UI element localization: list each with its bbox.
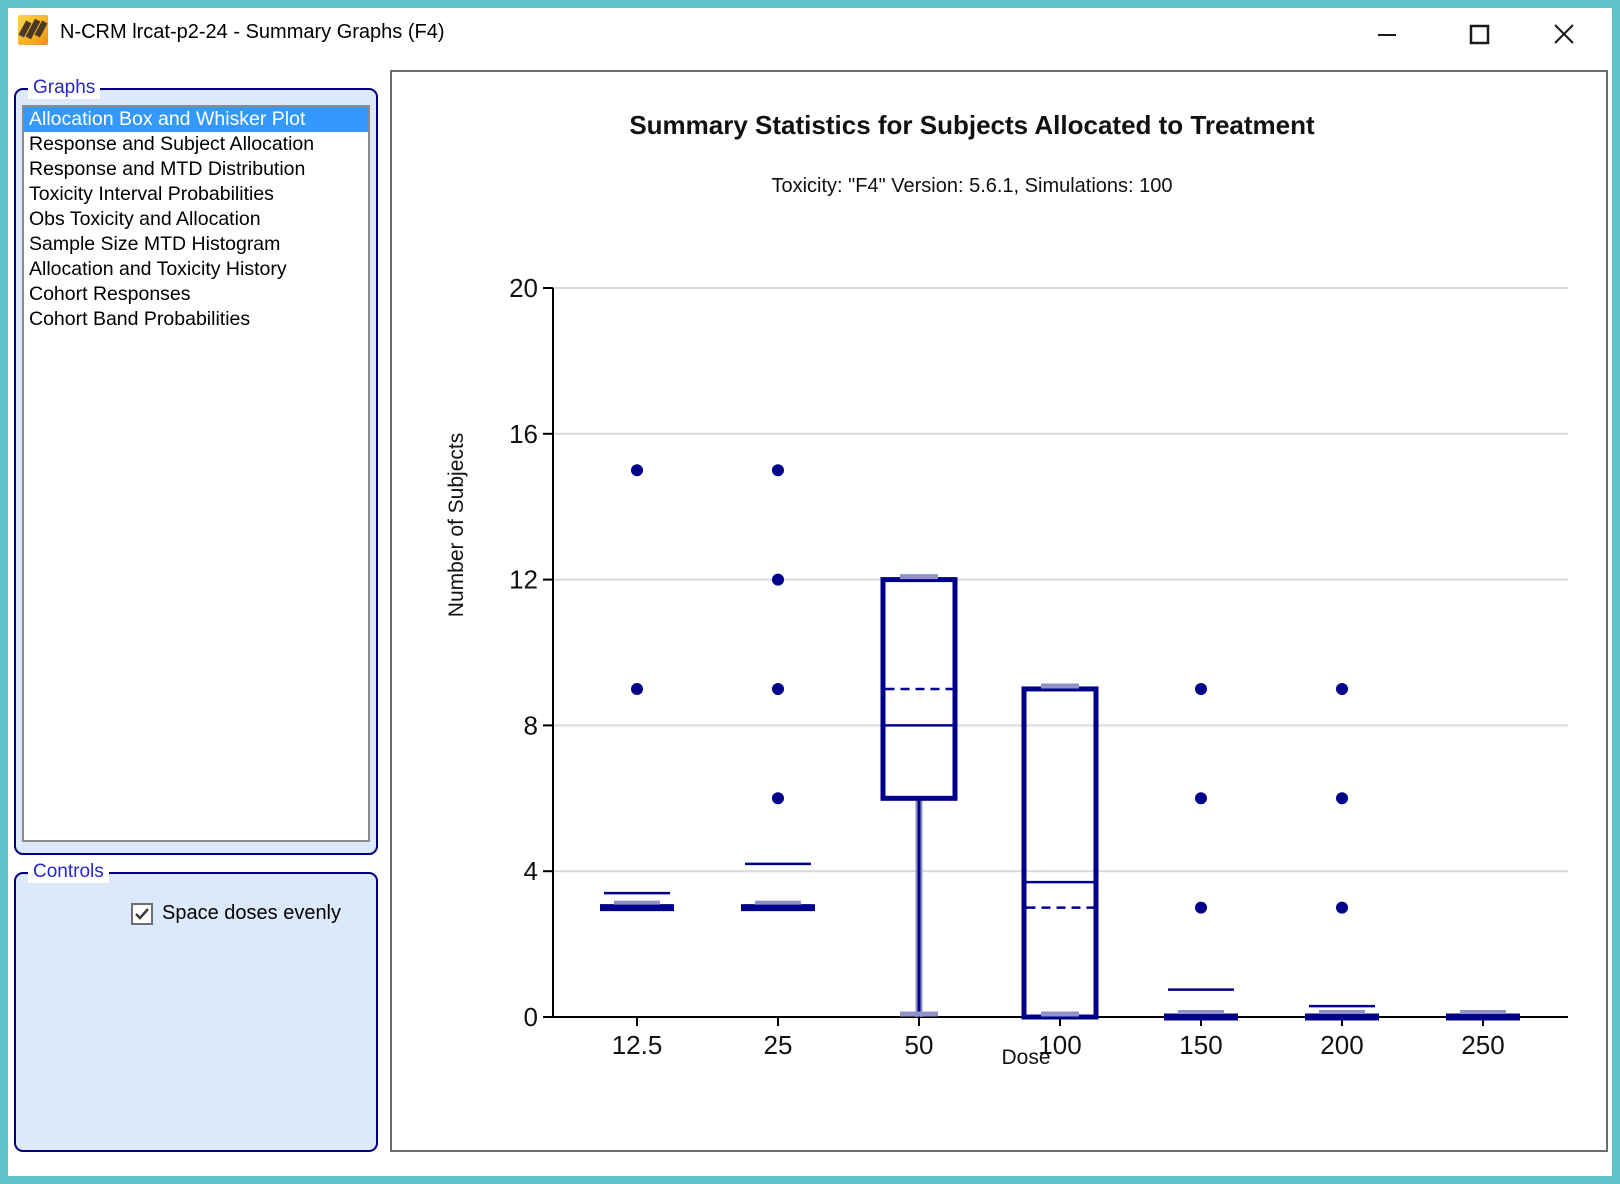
app-window: N-CRM lrcat-p2-24 - Summary Graphs (F4) …: [0, 0, 1620, 1184]
maximize-icon: [1459, 14, 1491, 54]
outlier-point: [1195, 792, 1207, 804]
y-tick-label: 8: [524, 710, 538, 740]
chart-title: Summary Statistics for Subjects Allocate…: [629, 110, 1315, 140]
outlier-point: [772, 792, 784, 804]
checkmark-icon: [134, 907, 150, 921]
window-title: N-CRM lrcat-p2-24 - Summary Graphs (F4): [60, 21, 445, 44]
list-item[interactable]: Toxicity Interval Probabilities: [24, 182, 368, 207]
box: [1024, 689, 1096, 1017]
outlier-point: [772, 683, 784, 695]
x-tick-label: 50: [905, 1030, 934, 1060]
outlier-point: [1336, 683, 1348, 695]
space-doses-label: Space doses evenly: [162, 902, 341, 925]
outlier-point: [631, 464, 643, 476]
controls-group-label: Controls: [28, 861, 109, 883]
outlier-point: [1336, 902, 1348, 914]
controls-groupbox: Controls Space doses evenly: [14, 872, 378, 1152]
space-doses-checkbox[interactable]: [131, 903, 153, 925]
minimize-button[interactable]: [1361, 12, 1405, 56]
x-tick-label: 250: [1461, 1030, 1504, 1060]
maximize-button[interactable]: [1453, 12, 1497, 56]
graphs-groupbox: Graphs Allocation Box and Whisker PlotRe…: [14, 88, 378, 855]
y-tick-label: 0: [524, 1002, 538, 1032]
x-tick-label: 25: [764, 1030, 793, 1060]
graphs-listbox[interactable]: Allocation Box and Whisker PlotResponse …: [22, 105, 370, 842]
y-axis-title: Number of Subjects: [445, 433, 468, 617]
list-item[interactable]: Allocation and Toxicity History: [24, 257, 368, 282]
chart-subtitle: Toxicity: "F4" Version: 5.6.1, Simulatio…: [771, 175, 1172, 197]
outlier-point: [1195, 683, 1207, 695]
outlier-point: [772, 464, 784, 476]
boxplot-chart: Summary Statistics for Subjects Allocate…: [392, 72, 1606, 1150]
graphs-group-label: Graphs: [28, 77, 100, 99]
x-tick-label: 150: [1179, 1030, 1222, 1060]
outlier-point: [1195, 902, 1207, 914]
list-item[interactable]: Response and MTD Distribution: [24, 157, 368, 182]
list-item[interactable]: Obs Toxicity and Allocation: [24, 207, 368, 232]
list-item[interactable]: Cohort Band Probabilities: [24, 307, 368, 332]
outlier-point: [1336, 792, 1348, 804]
list-item[interactable]: Sample Size MTD Histogram: [24, 232, 368, 257]
minimize-icon: [1367, 14, 1399, 54]
app-icon: [18, 15, 48, 45]
list-item[interactable]: Cohort Responses: [24, 282, 368, 307]
y-tick-label: 4: [524, 856, 538, 886]
outlier-point: [631, 683, 643, 695]
outlier-point: [772, 574, 784, 586]
list-item[interactable]: Allocation Box and Whisker Plot: [24, 107, 368, 132]
x-tick-label: 200: [1320, 1030, 1363, 1060]
y-tick-label: 16: [509, 419, 538, 449]
y-tick-label: 20: [509, 273, 538, 303]
title-bar: N-CRM lrcat-p2-24 - Summary Graphs (F4): [8, 8, 1612, 62]
list-item[interactable]: Response and Subject Allocation: [24, 132, 368, 157]
y-tick-label: 12: [509, 565, 538, 595]
x-tick-label: 12.5: [612, 1030, 663, 1060]
space-doses-row: Space doses evenly: [131, 902, 341, 925]
chart-panel: Summary Statistics for Subjects Allocate…: [390, 70, 1608, 1152]
close-button[interactable]: [1538, 12, 1582, 56]
close-icon: [1544, 14, 1576, 54]
x-axis-title: Dose: [1001, 1046, 1050, 1069]
